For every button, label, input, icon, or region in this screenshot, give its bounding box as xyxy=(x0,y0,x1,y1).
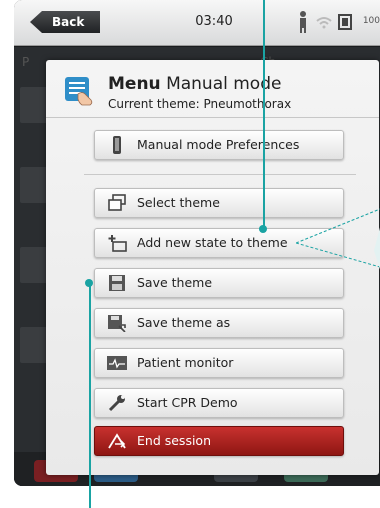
button-label: End session xyxy=(137,433,211,448)
button-label: Patient monitor xyxy=(137,355,234,370)
status-bar: Back 03:40 100 xyxy=(14,0,380,46)
back-button[interactable]: Back xyxy=(30,11,100,33)
battery-percent: 100 xyxy=(362,16,380,26)
windows-icon xyxy=(108,194,126,211)
add-state-icon xyxy=(108,235,127,252)
patient-monitor-button[interactable]: Patient monitor xyxy=(94,348,344,378)
clock: 03:40 xyxy=(195,14,233,29)
annotation-dot-top xyxy=(259,225,267,233)
annotation-line-top xyxy=(263,0,265,228)
end-session-icon xyxy=(108,433,126,449)
dialog-title: Menu Manual mode xyxy=(108,74,281,94)
status-icons: 100 xyxy=(290,10,380,34)
start-cpr-demo-button[interactable]: Start CPR Demo xyxy=(94,388,344,418)
button-label: Select theme xyxy=(137,195,220,210)
person-icon xyxy=(300,11,306,33)
wifi-icon xyxy=(316,17,332,29)
background-text-left: P xyxy=(22,55,30,69)
menu-hand-icon xyxy=(65,77,93,106)
wrench-icon xyxy=(108,395,125,412)
manual-mode-preferences-button[interactable]: Manual mode Preferences xyxy=(94,130,344,160)
battery-icon xyxy=(338,14,352,30)
annotation-line-bottom xyxy=(89,282,91,508)
annotation-callout-lines xyxy=(296,208,380,268)
annotation-dot-bottom xyxy=(85,279,93,287)
floppy-icon xyxy=(109,275,125,291)
phone-icon xyxy=(113,136,121,154)
save-theme-as-button[interactable]: Save theme as xyxy=(94,308,344,338)
end-session-button[interactable]: End session xyxy=(94,426,344,456)
dialog-header: Menu Manual mode Current theme: Pneumoth… xyxy=(46,60,379,118)
title-bold: Menu xyxy=(108,74,161,94)
button-label: Add new state to theme xyxy=(137,235,288,250)
separator xyxy=(84,174,356,175)
floppy-as-icon xyxy=(108,315,126,332)
button-label: Save theme as xyxy=(137,315,231,330)
button-label: Save theme xyxy=(137,275,213,290)
button-label: Start CPR Demo xyxy=(137,395,238,410)
monitor-icon xyxy=(107,356,127,370)
button-label: Manual mode Preferences xyxy=(137,137,300,152)
